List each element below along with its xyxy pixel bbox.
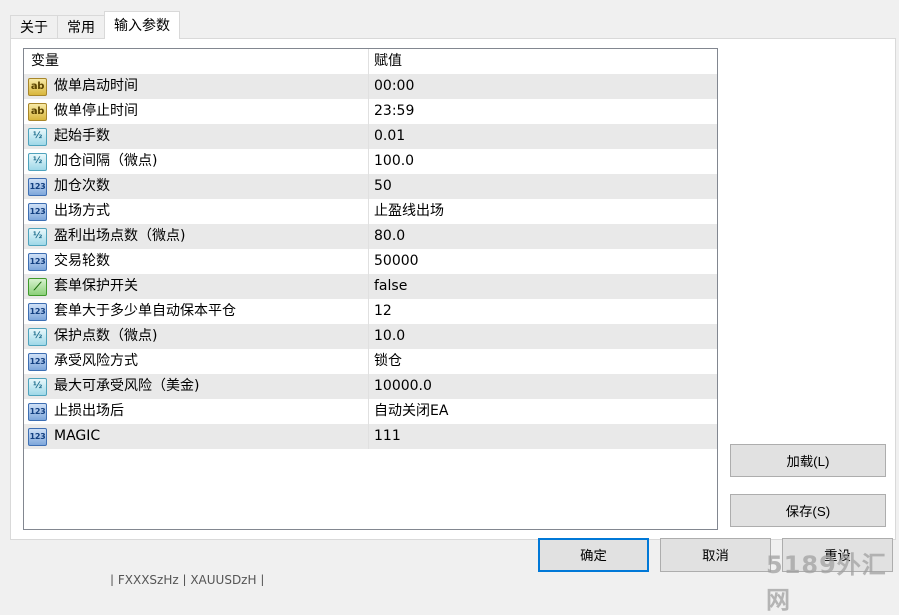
double-type-icon: ½: [28, 152, 47, 171]
parameter-row[interactable]: ab 做单启动时间 00:00: [24, 74, 717, 99]
string-type-icon: ab: [28, 102, 47, 121]
parameter-row[interactable]: ab 做单停止时间 23:59: [24, 99, 717, 124]
parameter-row[interactable]: ½ 盈利出场点数（微点) 80.0: [24, 224, 717, 249]
parameter-value[interactable]: 111: [369, 424, 715, 449]
double-type-icon: ½: [28, 377, 47, 396]
parameter-value[interactable]: 12: [369, 299, 715, 324]
parameter-name: 止损出场后: [54, 403, 124, 419]
parameter-row[interactable]: 123 MAGIC 111: [24, 424, 717, 449]
parameter-value[interactable]: 100.0: [369, 149, 715, 174]
parameter-value[interactable]: 10000.0: [369, 374, 715, 399]
column-header-variable[interactable]: 变量: [24, 49, 369, 74]
watermark-logo: 5189外汇网: [766, 551, 887, 614]
parameter-name: 做单停止时间: [54, 103, 138, 119]
parameter-value[interactable]: false: [369, 274, 715, 299]
parameter-name-cell: ½ 最大可承受风险（美金): [24, 374, 369, 399]
bool-type-icon: ⟋: [28, 277, 47, 296]
parameter-value[interactable]: 10.0: [369, 324, 715, 349]
parameter-row[interactable]: 123 加仓次数 50: [24, 174, 717, 199]
tab-about[interactable]: 关于: [10, 15, 58, 39]
grid-header: 变量 赋值: [24, 49, 717, 74]
parameter-value[interactable]: 50: [369, 174, 715, 199]
parameter-name-cell: ½ 盈利出场点数（微点): [24, 224, 369, 249]
grid-rows: ab 做单启动时间 00:00 ab 做单停止时间 23:59 ½ 起始手数 0.01 ½ 加仓间隔…: [24, 74, 717, 449]
background-window-text: | FXXXSzHz | XAUUSDzH |: [110, 574, 265, 586]
parameter-name: 最大可承受风险（美金): [54, 378, 200, 394]
tab-strip: 关于 常用 输入参数: [10, 11, 180, 39]
parameter-name-cell: 123 加仓次数: [24, 174, 369, 199]
parameter-name: 加仓次数: [54, 178, 110, 194]
parameter-row[interactable]: ½ 最大可承受风险（美金) 10000.0: [24, 374, 717, 399]
double-type-icon: ½: [28, 327, 47, 346]
parameter-name-cell: 123 出场方式: [24, 199, 369, 224]
parameter-name: 出场方式: [54, 203, 110, 219]
parameter-value[interactable]: 自动关闭EA: [369, 399, 715, 424]
parameter-name: 交易轮数: [54, 253, 110, 269]
integer-type-icon: 123: [28, 252, 47, 271]
parameter-name: 加仓间隔（微点): [54, 153, 158, 169]
column-header-value[interactable]: 赋值: [369, 49, 715, 74]
parameter-row[interactable]: ½ 保护点数（微点) 10.0: [24, 324, 717, 349]
parameter-row[interactable]: 123 止损出场后 自动关闭EA: [24, 399, 717, 424]
parameter-name-cell: ½ 加仓间隔（微点): [24, 149, 369, 174]
parameter-name-cell: ½ 保护点数（微点): [24, 324, 369, 349]
save-button[interactable]: 保存(S): [730, 494, 886, 527]
parameter-name: 承受风险方式: [54, 353, 138, 369]
parameter-value[interactable]: 0.01: [369, 124, 715, 149]
tab-common[interactable]: 常用: [57, 15, 105, 39]
parameter-row[interactable]: ½ 加仓间隔（微点) 100.0: [24, 149, 717, 174]
parameter-name-cell: 123 承受风险方式: [24, 349, 369, 374]
cancel-button[interactable]: 取消: [660, 538, 771, 572]
parameter-row[interactable]: ½ 起始手数 0.01: [24, 124, 717, 149]
parameter-name-cell: ½ 起始手数: [24, 124, 369, 149]
parameter-value[interactable]: 50000: [369, 249, 715, 274]
integer-type-icon: 123: [28, 177, 47, 196]
parameter-value[interactable]: 23:59: [369, 99, 715, 124]
parameter-name: 套单大于多少单自动保本平仓: [54, 303, 236, 319]
parameter-row[interactable]: 123 出场方式 止盈线出场: [24, 199, 717, 224]
parameter-value[interactable]: 00:00: [369, 74, 715, 99]
parameter-value[interactable]: 锁仓: [369, 349, 715, 374]
parameter-name-cell: 123 MAGIC: [24, 424, 369, 449]
parameter-name-cell: ⟋ 套单保护开关: [24, 274, 369, 299]
integer-type-icon: 123: [28, 402, 47, 421]
double-type-icon: ½: [28, 227, 47, 246]
parameter-value[interactable]: 80.0: [369, 224, 715, 249]
integer-type-icon: 123: [28, 427, 47, 446]
parameter-name-cell: 123 止损出场后: [24, 399, 369, 424]
parameter-name: MAGIC: [54, 428, 101, 444]
integer-type-icon: 123: [28, 352, 47, 371]
integer-type-icon: 123: [28, 302, 47, 321]
parameter-name-cell: 123 交易轮数: [24, 249, 369, 274]
parameter-name: 盈利出场点数（微点): [54, 228, 186, 244]
double-type-icon: ½: [28, 127, 47, 146]
parameters-grid: 变量 赋值 ab 做单启动时间 00:00 ab 做单停止时间 23:59 ½ 起始手数 0.0…: [23, 48, 718, 530]
parameter-name-cell: ab 做单启动时间: [24, 74, 369, 99]
load-button[interactable]: 加载(L): [730, 444, 886, 477]
tab-inputs[interactable]: 输入参数: [104, 11, 180, 39]
parameter-name: 做单启动时间: [54, 78, 138, 94]
ok-button[interactable]: 确定: [538, 538, 649, 572]
parameter-value[interactable]: 止盈线出场: [369, 199, 715, 224]
parameter-name-cell: ab 做单停止时间: [24, 99, 369, 124]
string-type-icon: ab: [28, 77, 47, 96]
parameter-name: 起始手数: [54, 128, 110, 144]
parameter-row[interactable]: 123 承受风险方式 锁仓: [24, 349, 717, 374]
parameter-name-cell: 123 套单大于多少单自动保本平仓: [24, 299, 369, 324]
parameter-name: 套单保护开关: [54, 278, 138, 294]
parameter-name: 保护点数（微点): [54, 328, 158, 344]
parameter-row[interactable]: ⟋ 套单保护开关 false: [24, 274, 717, 299]
integer-type-icon: 123: [28, 202, 47, 221]
parameter-row[interactable]: 123 套单大于多少单自动保本平仓 12: [24, 299, 717, 324]
parameter-row[interactable]: 123 交易轮数 50000: [24, 249, 717, 274]
